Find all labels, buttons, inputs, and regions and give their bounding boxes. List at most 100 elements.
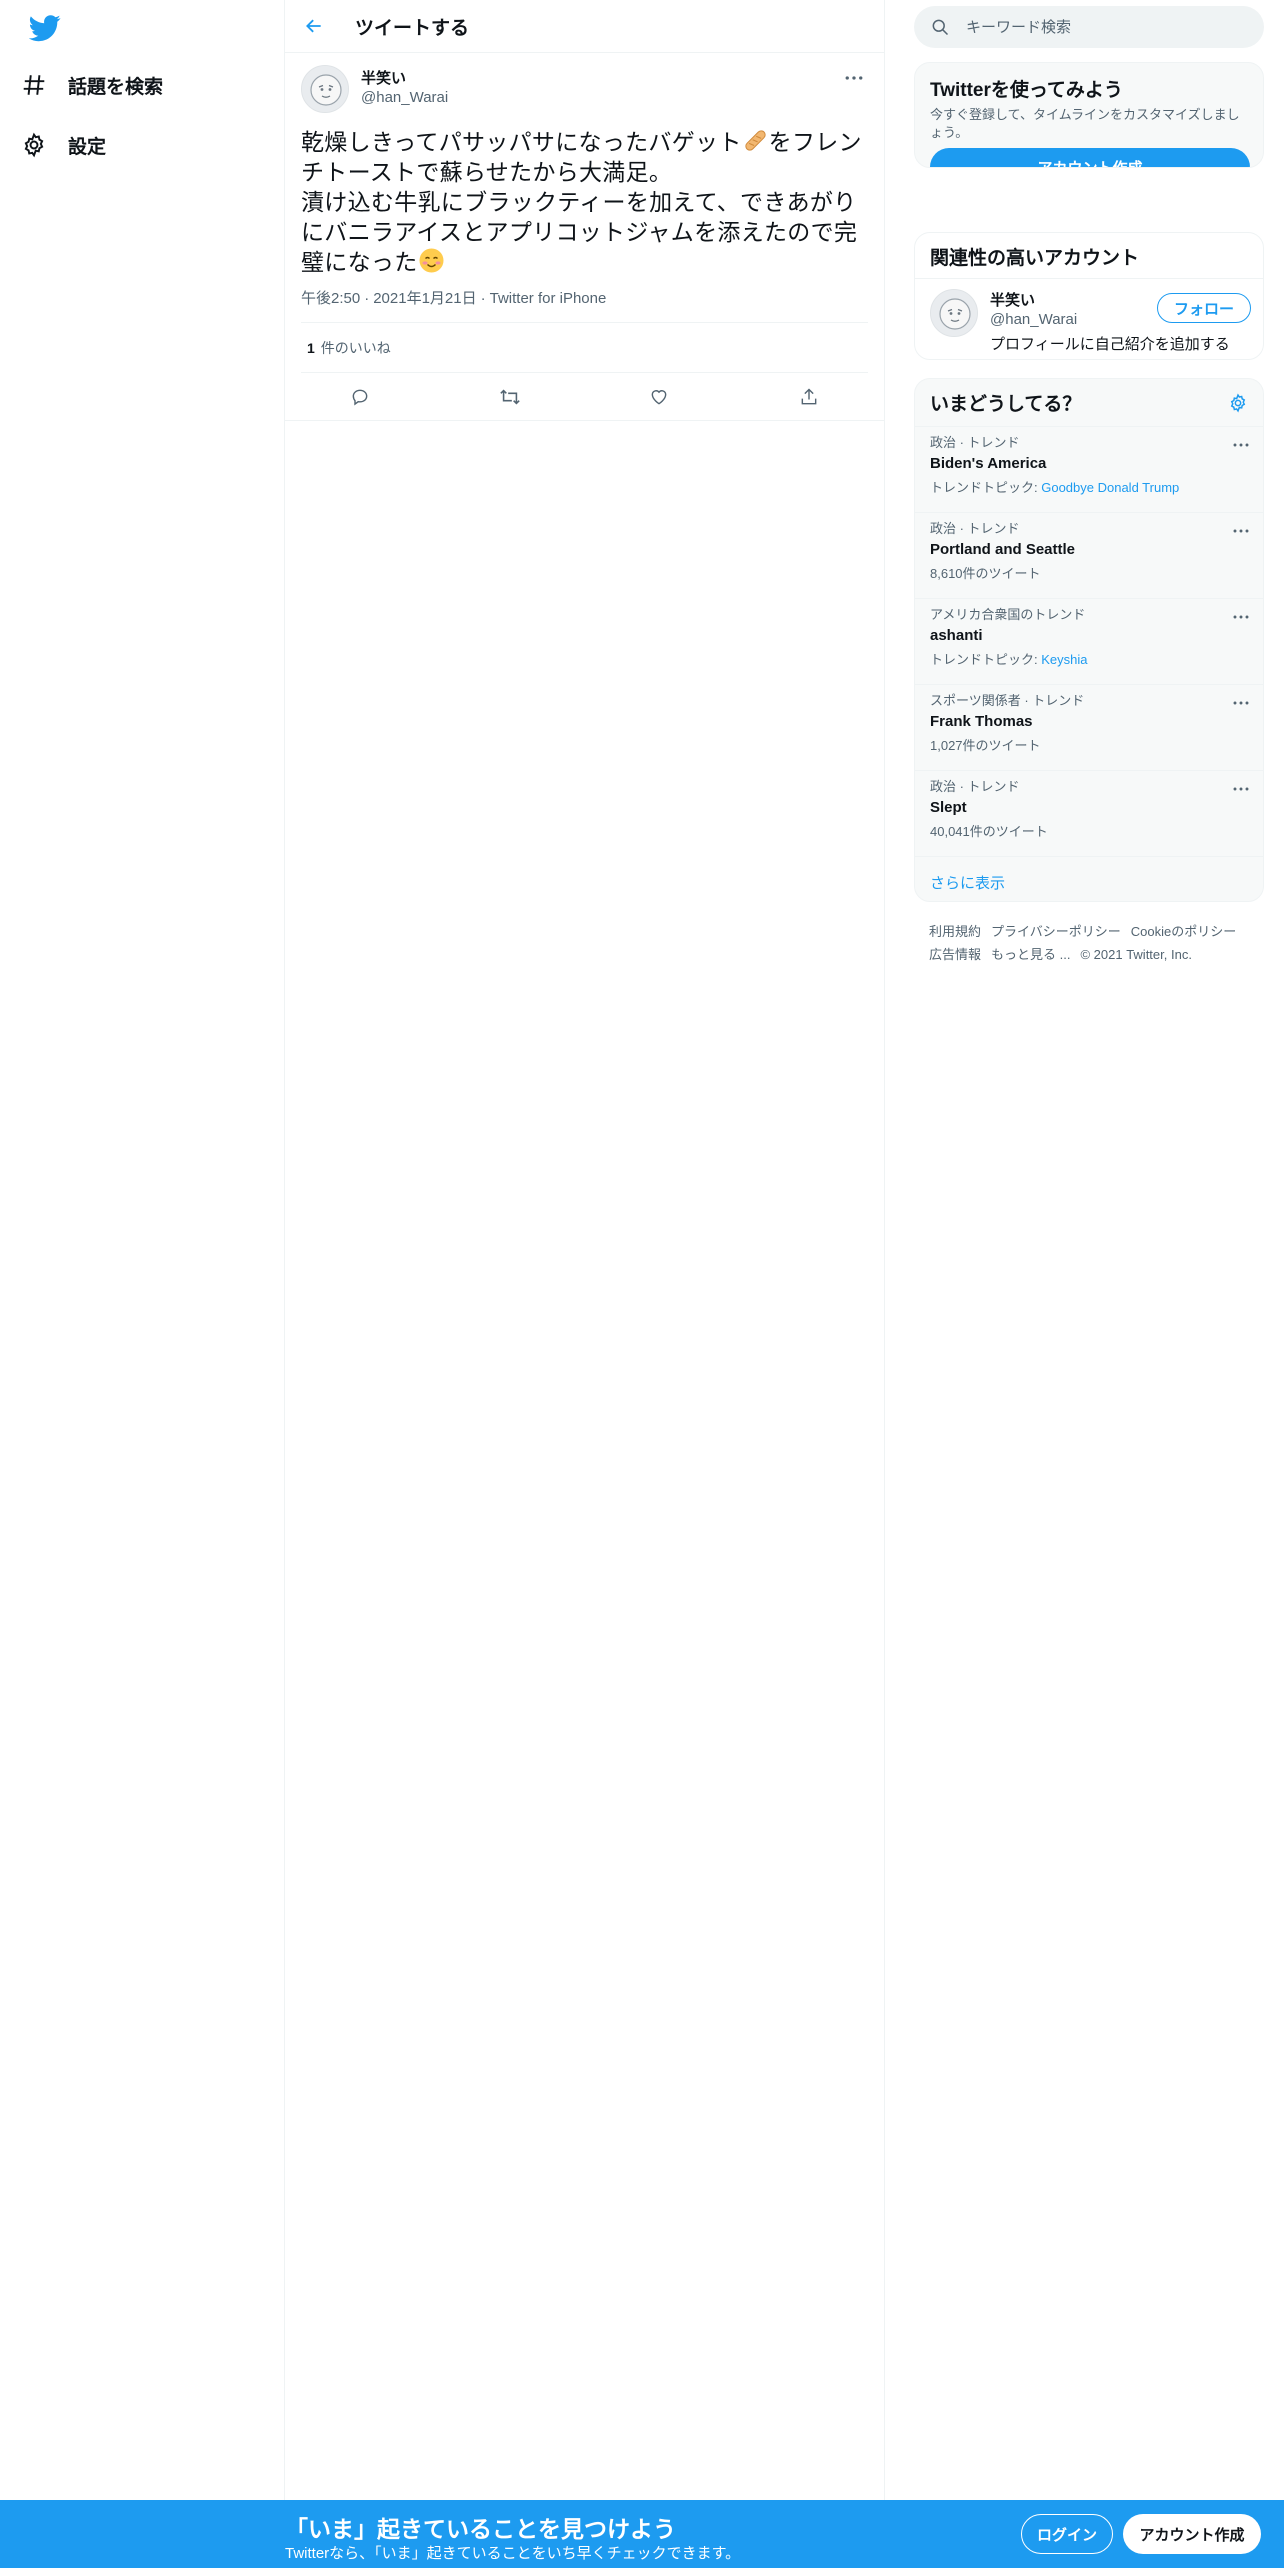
create-account-button[interactable]: アカウント作成: [930, 148, 1250, 167]
trend-context: 政治 · トレンド: [930, 521, 1020, 536]
user-handle[interactable]: @han_Warai: [361, 88, 448, 107]
tweet-actions: [285, 373, 884, 421]
page-title: ツイートする: [355, 17, 470, 39]
trend-item[interactable]: 政治 · トレンド Slept 40,041件のツイート: [915, 771, 1263, 857]
tweet: 半笑い @han_Warai 乾燥しきってパサッパサになったバゲット をフレンチト…: [285, 53, 884, 421]
trend-name: Biden's America: [930, 455, 1047, 472]
smiling-face-emoji: [418, 247, 445, 274]
sidebar-item-explore[interactable]: 話題を検索: [20, 60, 163, 110]
privacy-link[interactable]: プライバシーポリシー: [991, 924, 1121, 939]
tweet-meta: 午後2:50 · 2021年1月21日 · Twitter for iPhone: [301, 287, 868, 323]
sidebar-item-settings[interactable]: 設定: [20, 120, 106, 170]
like-button[interactable]: [641, 379, 677, 415]
more-dots-icon: [1233, 615, 1249, 619]
related-user-bio: プロフィールに自己紹介を追加する: [990, 336, 1230, 353]
left-sidebar: 話題を検索 設定: [0, 0, 285, 2500]
tweet-date[interactable]: 2021年1月21日: [373, 290, 476, 307]
trends-card: いまどうしてる？ 政治 · トレンド Biden's America トレンドト…: [914, 378, 1264, 902]
footer-links: 利用規約 プライバシーポリシー Cookieのポリシー 広告情報 もっと見る ... ©…: [929, 920, 1259, 966]
trend-name: Frank Thomas: [930, 713, 1033, 730]
signup-banner: 「いま」起きていることを見つけよう Twitterなら、「いま」起きていることを…: [0, 2500, 1284, 2568]
more-options-button[interactable]: [840, 67, 868, 89]
trend-name: Portland and Seattle: [930, 541, 1076, 558]
more-dots-icon: [1233, 701, 1249, 705]
copyright: © 2021 Twitter, Inc.: [1080, 947, 1192, 962]
tweet-source[interactable]: Twitter for iPhone: [490, 290, 607, 307]
trend-context: 政治 · トレンド: [930, 435, 1020, 450]
trend-item[interactable]: 政治 · トレンド Biden's America トレンドトピック: Good…: [915, 427, 1263, 513]
back-button[interactable]: [295, 7, 333, 45]
more-dots-icon: [1233, 787, 1249, 791]
retweet-icon: [499, 388, 520, 405]
meta-separator: ·: [480, 290, 486, 307]
sidebar-item-label: 設定: [68, 136, 107, 158]
more-link[interactable]: もっと見る ...: [991, 947, 1070, 962]
trend-sub-prefix: トレンドトピック:: [930, 480, 1042, 495]
likes-stat[interactable]: 1 件のいいね: [301, 323, 868, 373]
tweet-time[interactable]: 午後2:50: [301, 290, 360, 307]
tweet-text: 乾燥しきってパサッパサになったバゲット をフレンチトーストで蘇らせたから大満足。 …: [301, 127, 868, 277]
baguette-emoji: [742, 127, 769, 154]
trend-tweet-count: 8,610件のツイート: [930, 566, 1041, 581]
likes-label: 件のいいね: [320, 339, 391, 356]
follow-button[interactable]: フォロー: [1156, 293, 1251, 323]
likes-count: 1: [307, 339, 315, 356]
trend-more-button[interactable]: [1229, 435, 1253, 455]
trend-more-button[interactable]: [1229, 693, 1253, 713]
avatar[interactable]: [301, 65, 349, 113]
sidebar-item-label: 話題を検索: [68, 76, 164, 98]
share-button[interactable]: [791, 379, 827, 415]
heart-icon: [651, 389, 667, 405]
more-dots-icon: [1233, 529, 1249, 533]
login-button[interactable]: ログイン: [1021, 2514, 1113, 2554]
tweet-text-part: 乾燥しきってパサッパサになったバゲット: [301, 129, 742, 155]
related-accounts-card: 関連性の高いアカウント 半笑い @han_Warai プロフィールに自己紹介を追…: [914, 232, 1264, 360]
trends-header: いまどうしてる？: [915, 379, 1263, 427]
avatar[interactable]: [930, 289, 978, 337]
tweet-author: 半笑い @han_Warai: [301, 65, 868, 113]
terms-link[interactable]: 利用規約: [929, 924, 981, 939]
search-box[interactable]: [914, 6, 1264, 48]
gear-icon[interactable]: [1228, 392, 1248, 413]
search-icon: [932, 19, 949, 36]
trend-more-button[interactable]: [1229, 521, 1253, 541]
tweet-column: ツイートする 半笑い @han_Warai 乾燥しきってパサッパサになったバゲッ…: [285, 0, 885, 2500]
trends-title: いまどうしてる？: [930, 394, 1082, 415]
trend-sub: トレンドトピック: Goodbye Donald Trump: [930, 480, 1248, 496]
share-icon: [801, 387, 817, 404]
search-input[interactable]: [966, 18, 1246, 36]
reply-icon: [352, 389, 368, 405]
more-dots-icon: [1233, 443, 1249, 447]
arrow-left-icon: [306, 19, 321, 33]
page-header: ツイートする: [285, 0, 884, 53]
hashtag-icon: [20, 71, 48, 99]
more-dots-icon: [845, 76, 863, 80]
trend-item[interactable]: アメリカ合衆国のトレンド ashanti トレンドトピック: Keyshia: [915, 599, 1263, 685]
cookie-link[interactable]: Cookieのポリシー: [1131, 924, 1236, 939]
trend-sub-prefix: トレンドトピック:: [930, 652, 1042, 667]
user-name[interactable]: 半笑い: [361, 69, 448, 88]
related-accounts-title: 関連性の高いアカウント: [930, 248, 1140, 269]
trend-name: ashanti: [930, 627, 983, 644]
signup-card-subtitle: 今すぐ登録して、タイムラインをカスタマイズしましょう。: [930, 107, 1240, 140]
ads-info-link[interactable]: 広告情報: [929, 947, 981, 962]
show-more-link[interactable]: さらに表示: [915, 857, 1263, 901]
banner-subtitle: Twitterなら、「いま」起きていることをいち早くチェックできます。: [285, 2545, 741, 2562]
trend-topic-link[interactable]: Keyshia: [1041, 652, 1087, 667]
meta-separator: ·: [364, 290, 370, 307]
trend-item[interactable]: 政治 · トレンド Portland and Seattle 8,610件のツイ…: [915, 513, 1263, 599]
gear-icon: [20, 131, 48, 159]
trend-more-button[interactable]: [1229, 779, 1253, 799]
trend-more-button[interactable]: [1229, 607, 1253, 627]
retweet-button[interactable]: [492, 379, 528, 415]
trend-context: アメリカ合衆国のトレンド: [930, 607, 1086, 622]
reply-button[interactable]: [342, 379, 378, 415]
signup-button[interactable]: アカウント作成: [1123, 2514, 1261, 2554]
trend-tweet-count: 40,041件のツイート: [930, 824, 1048, 839]
related-account-item[interactable]: 半笑い @han_Warai プロフィールに自己紹介を追加する フォロー: [915, 278, 1263, 359]
trend-name: Slept: [930, 799, 967, 816]
trend-topic-link[interactable]: Goodbye Donald Trump: [1041, 480, 1179, 495]
trend-item[interactable]: スポーツ関係者 · トレンド Frank Thomas 1,027件のツイート: [915, 685, 1263, 771]
twitter-bird-icon[interactable]: [28, 12, 61, 44]
signup-card: Twitterを使ってみよう 今すぐ登録して、タイムラインをカスタマイズしましょ…: [914, 62, 1264, 168]
